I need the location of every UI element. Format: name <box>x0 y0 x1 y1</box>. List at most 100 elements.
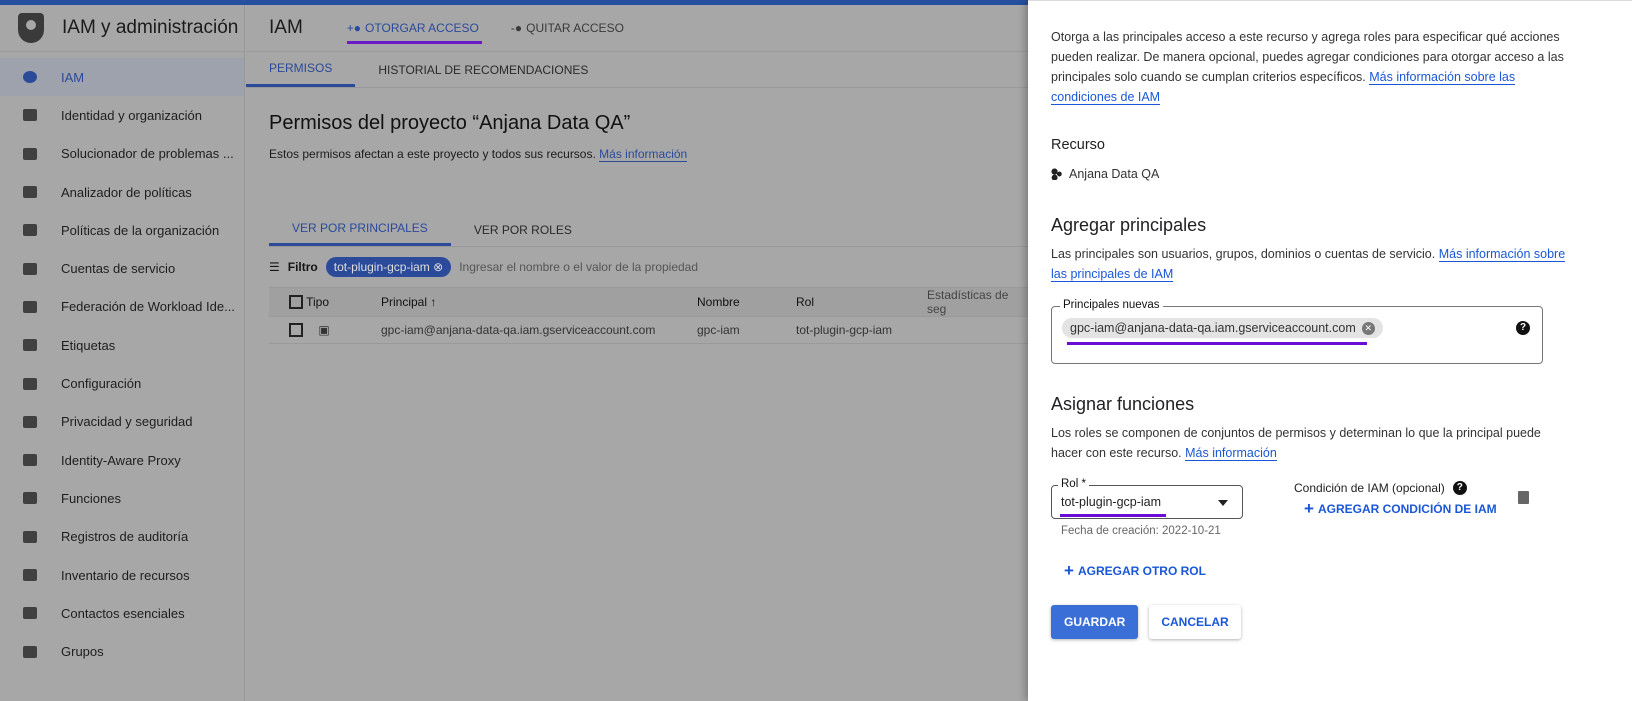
filter-icon: ☰ <box>269 260 280 274</box>
sidebar-item-etiquetas[interactable]: Etiquetas <box>0 326 244 364</box>
annotation-underline <box>1060 514 1166 517</box>
sidebar-item-grupos[interactable]: Grupos <box>0 632 244 670</box>
col-estadisticas[interactable]: Estadísticas de seg <box>927 287 1029 317</box>
assign-roles-heading: Asignar funciones <box>1051 394 1195 414</box>
project-icon <box>1051 168 1063 180</box>
col-rol[interactable]: Rol <box>796 287 927 317</box>
shield-icon <box>23 415 37 428</box>
sidebar-item-analizador-de-pol-ticas[interactable]: Analizador de políticas <box>0 173 244 211</box>
sidebar-item-registros-de-auditor-a[interactable]: Registros de auditoría <box>0 518 244 556</box>
gear-icon <box>23 377 37 390</box>
sidebar-item-label: Funciones <box>61 490 121 506</box>
filter-label: Filtro <box>287 260 318 274</box>
more-info-link[interactable]: Más información <box>599 147 688 162</box>
service-account-icon: ▣ <box>318 322 330 337</box>
add-principals-heading: Agregar principales <box>1051 215 1207 235</box>
sidebar-item-label: IAM <box>61 69 85 85</box>
add-role-button[interactable]: + AGREGAR OTRO ROL <box>1064 561 1206 581</box>
shield-logo-icon <box>18 13 44 43</box>
help-icon[interactable]: ? <box>1516 321 1530 335</box>
delete-icon[interactable] <box>1518 491 1529 504</box>
sidebar-item-label: Identity-Aware Proxy <box>61 452 181 468</box>
tag-icon <box>23 339 37 352</box>
sidebar-item-privacidad-y-seguridad[interactable]: Privacidad y seguridad <box>0 403 244 441</box>
filter-bar[interactable]: ☰ Filtro tot-plugin-gcp-iam ⊗ Ingresar e… <box>269 247 1028 287</box>
sidebar-item-label: Federación de Workload Ide... <box>61 299 235 315</box>
close-icon[interactable]: ⊗ <box>433 260 443 274</box>
sidebar-item-label: Configuración <box>61 376 142 392</box>
sidebar-item-inventario-de-recursos[interactable]: Inventario de recursos <box>0 556 244 594</box>
sidebar-item-federaci-n-de-workload-ide[interactable]: Federación de Workload Ide... <box>0 288 244 326</box>
sidebar-item-contactos-esenciales[interactable]: Contactos esenciales <box>0 594 244 632</box>
sidebar-item-label: Inventario de recursos <box>61 567 190 583</box>
page-title: Permisos del proyecto “Anjana Data QA” <box>269 112 631 134</box>
filter-chip[interactable]: tot-plugin-gcp-iam ⊗ <box>325 257 452 277</box>
id-card-icon <box>23 300 37 313</box>
inventory-icon <box>23 569 37 581</box>
filter-input[interactable]: Ingresar el nombre o el valor de la prop… <box>459 260 698 274</box>
help-icon[interactable]: ? <box>1452 481 1467 495</box>
filter-chip-label: tot-plugin-gcp-iam <box>333 260 430 274</box>
dropdown-arrow-icon <box>1218 500 1228 511</box>
person-add-icon: +● <box>346 21 362 35</box>
roles-more-info-link[interactable]: Más información <box>1185 446 1277 461</box>
person-add-icon <box>23 71 37 84</box>
col-principal[interactable]: Principal <box>381 295 427 309</box>
row-role: tot-plugin-gcp-iam <box>796 316 927 344</box>
condition-label: Condición de IAM (opcional) <box>1294 481 1445 495</box>
remove-access-button[interactable]: -● QUITAR ACCESO <box>511 5 624 51</box>
hat-icon <box>23 492 37 505</box>
sidebar-item-label: Contactos esenciales <box>61 605 185 621</box>
sidebar-item-solucionador-de-problemas[interactable]: Solucionador de problemas ... <box>0 135 244 173</box>
tab-ver-por-principales[interactable]: VER POR PRINCIPALES <box>269 213 451 246</box>
sidebar-item-cuentas-de-servicio[interactable]: Cuentas de servicio <box>0 249 244 287</box>
select-all-checkbox[interactable] <box>289 295 303 310</box>
main-content: IAM +● OTORGAR ACCESO -● QUITAR ACCESO PER… <box>246 5 1029 701</box>
sidebar-item-configuraci-n[interactable]: Configuración <box>0 364 244 402</box>
sidebar-item-identity-aware-proxy[interactable]: Identity-Aware Proxy <box>0 441 244 479</box>
col-nombre[interactable]: Nombre <box>697 287 796 317</box>
sidebar-item-label: Cuentas de servicio <box>61 261 176 277</box>
row-name: gpc-iam <box>697 316 796 344</box>
sidebar-header: IAM y administración <box>0 5 244 52</box>
service-account-icon <box>23 262 37 275</box>
sidebar-item-iam[interactable]: IAM <box>0 58 244 97</box>
table-row: ▣ gpc-iam@anjana-data-qa.iam.gserviceacc… <box>269 316 1029 344</box>
proxy-icon <box>23 454 37 467</box>
sidebar-item-label: Solucionador de problemas ... <box>61 146 234 162</box>
plus-icon: + <box>1304 499 1314 518</box>
new-principals-input[interactable]: Principales nuevas gpc-iam@anjana-data-q… <box>1051 299 1543 364</box>
sidebar-item-label: Políticas de la organización <box>61 222 220 238</box>
principal-chip[interactable]: gpc-iam@anjana-data-qa.iam.gserviceaccou… <box>1062 318 1383 338</box>
role-select[interactable]: Rol * tot-plugin-gcp-iam <box>1051 478 1243 519</box>
plus-icon: + <box>1064 561 1074 580</box>
sidebar-item-pol-ticas-de-la-organizaci-n[interactable]: Políticas de la organización <box>0 211 244 249</box>
role-hint: Fecha de creación: 2022-10-21 <box>1061 525 1221 537</box>
tab-historial[interactable]: HISTORIAL DE RECOMENDACIONES <box>355 52 611 87</box>
close-icon[interactable]: ✕ <box>1361 321 1375 335</box>
sidebar-item-label: Grupos <box>61 644 104 660</box>
col-tipo: Tipo <box>306 294 330 309</box>
page-description: Estos permisos afectan a este proyecto y… <box>269 147 596 161</box>
assign-roles-desc: Los roles se componen de conjuntos de pe… <box>1051 426 1541 460</box>
save-button[interactable]: GUARDAR <box>1051 605 1139 639</box>
grant-access-button[interactable]: +● OTORGAR ACCESO <box>346 5 482 51</box>
sidebar-item-funciones[interactable]: Funciones <box>0 479 244 517</box>
role-value: tot-plugin-gcp-iam <box>1061 495 1162 509</box>
sidebar-item-label: Etiquetas <box>61 337 116 353</box>
cancel-button[interactable]: CANCELAR <box>1149 605 1241 639</box>
role-label: Rol * <box>1058 478 1089 490</box>
document-icon <box>23 224 37 237</box>
sidebar-item-label: Identidad y organización <box>61 107 202 123</box>
add-condition-button[interactable]: + AGREGAR CONDICIÓN DE IAM <box>1304 499 1497 519</box>
principal-chip-label: gpc-iam@anjana-data-qa.iam.gserviceaccou… <box>1070 321 1356 335</box>
sidebar-item-identidad-y-organizaci-n[interactable]: Identidad y organización <box>0 96 244 134</box>
tab-permisos[interactable]: PERMISOS <box>246 52 356 87</box>
resource-name: Anjana Data QA <box>1069 167 1160 181</box>
app-title: IAM y administración <box>62 17 239 38</box>
sidebar: IAM y administración IAM Identidad y orga… <box>0 5 245 701</box>
row-checkbox[interactable] <box>289 323 303 338</box>
wrench-icon <box>23 147 37 160</box>
sidebar-item-label: Privacidad y seguridad <box>61 414 193 430</box>
tab-ver-por-roles[interactable]: VER POR ROLES <box>451 213 595 246</box>
